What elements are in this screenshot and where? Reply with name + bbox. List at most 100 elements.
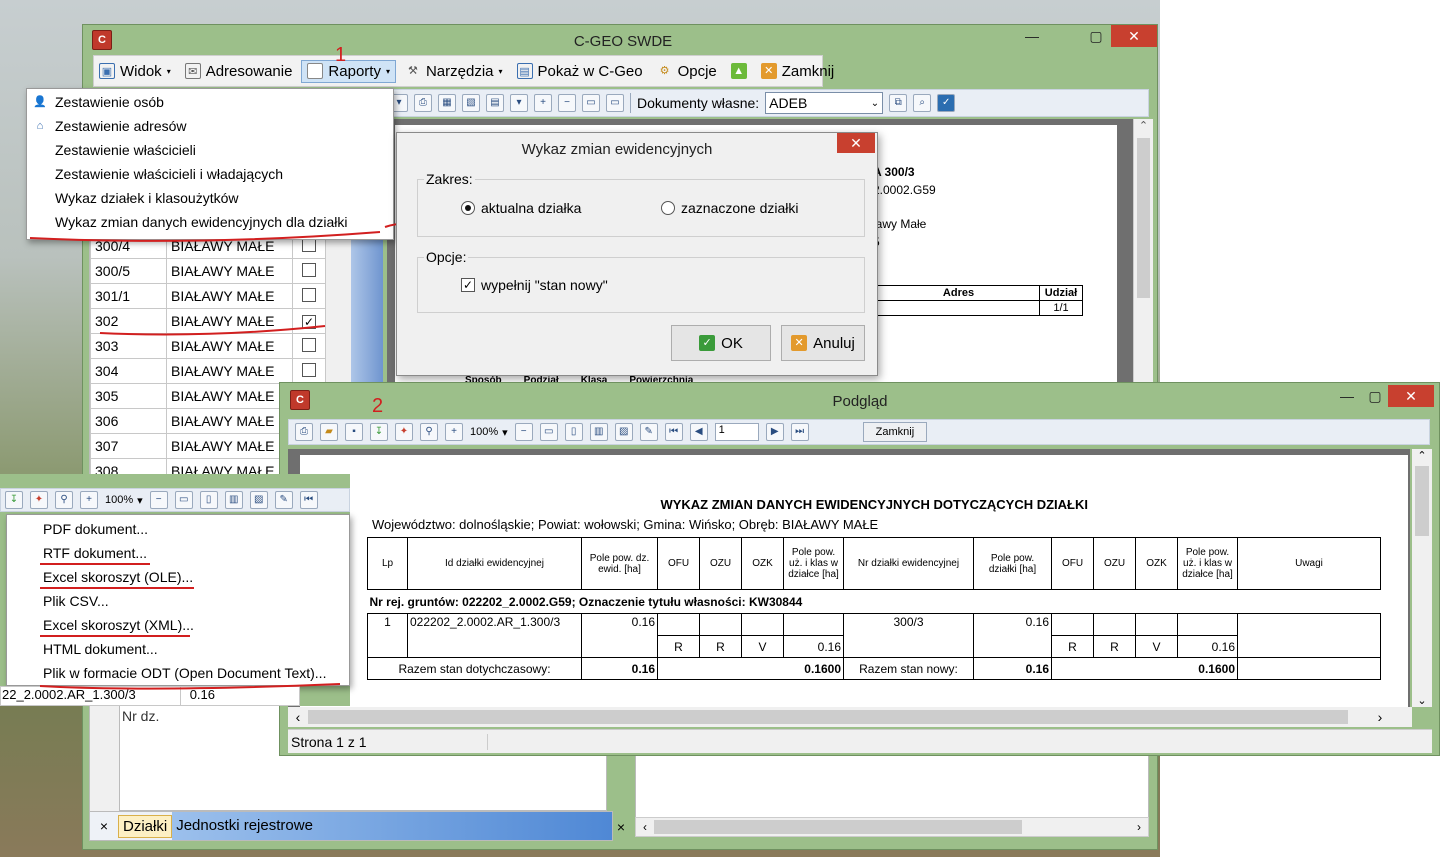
parcel-check-cell[interactable] [292,283,326,309]
zoom-in-icon[interactable]: + [534,94,552,112]
checkbox[interactable]: ✓ [461,278,475,292]
multi-page-icon[interactable]: ▥ [224,491,243,509]
report-icon[interactable]: ▦ [438,94,456,112]
stan-nowy-checkbox[interactable]: ✓ wypełnij "stan nowy" [461,277,608,293]
parcel-check-cell[interactable] [292,258,326,284]
zoom-select[interactable]: 100% ▾ [105,494,143,507]
maximize-icon[interactable]: ▢ [1081,25,1111,47]
last-page-icon[interactable]: ⏭ [790,423,809,441]
scroll-right-icon[interactable]: › [1130,820,1148,834]
scroll-down-icon[interactable]: ⌄ [1412,694,1432,707]
parcel-row[interactable]: 302 BIAŁAWY MAŁE ✓ [90,308,326,334]
open-folder-icon[interactable]: ▰ [320,423,338,441]
binoculars-icon[interactable]: ⚲ [55,491,73,509]
page-number-input[interactable]: 1 [714,423,759,441]
menu-item-zestawienie-wlascicieli[interactable]: Zestawienie właścicieli [27,138,393,162]
preview-vertical-scrollbar[interactable]: ⌃ ⌄ [1412,449,1432,707]
cancel-button[interactable]: ✕ Anuluj [781,325,865,361]
menu-item-zestawienie-osob[interactable]: 👤 Zestawienie osób [27,90,393,114]
radio-zaznaczone[interactable]: zaznaczone działki [661,200,799,216]
radio-button[interactable] [461,201,475,215]
radio-aktualna[interactable]: aktualna działka [461,200,581,216]
menu-android[interactable]: ▲ [726,61,752,81]
close-icon[interactable]: ✕ [1111,25,1157,47]
radio-button[interactable] [661,201,675,215]
parcel-row[interactable]: 300/5 BIAŁAWY MAŁE [90,258,326,284]
printer-icon[interactable]: ⎙ [414,94,432,112]
next-page-icon[interactable]: ▶ [765,423,784,441]
single-page-icon[interactable]: ▯ [199,491,218,509]
scroll-thumb[interactable] [308,710,1348,724]
parcel-checkbox[interactable] [302,337,316,352]
parcel-row[interactable]: 303 BIAŁAWY MAŁE [90,333,326,359]
menu-item-wykaz-zmian[interactable]: Wykaz zmian danych ewidencyjnych dla dzi… [27,210,393,234]
preview-icon[interactable]: ⌕ [913,94,932,112]
copy-icon[interactable]: ⧉ [889,94,908,112]
parcel-checkbox[interactable] [302,362,316,377]
close-tab-icon[interactable]: × [90,818,118,834]
scroll-left-icon[interactable]: ‹ [288,709,308,725]
export-excel-ole[interactable]: Excel skoroszyt (OLE)... [7,565,349,589]
parcel-checkbox[interactable] [302,262,316,277]
zoom-in-icon[interactable]: + [80,491,98,509]
scroll-thumb[interactable] [654,820,1022,834]
bg-vertical-scrollbar[interactable]: ⌃ [1133,119,1153,389]
fit-page-icon[interactable]: ▭ [539,423,558,441]
scroll-up-icon[interactable]: ⌃ [1412,449,1432,462]
document-edit-icon[interactable]: ▤ [486,94,504,112]
scroll-thumb[interactable] [1415,466,1429,536]
export-html[interactable]: HTML dokument... [7,637,349,661]
maximize-icon[interactable]: ▢ [1360,385,1390,407]
checkbox-tool-icon[interactable]: ✓ [937,94,956,112]
menu-item-wlascicieli-i-wladajacych[interactable]: Zestawienie właścicieli i władających [27,162,393,186]
zoom-out-icon[interactable]: − [558,94,576,112]
dialog-close-icon[interactable]: ✕ [837,133,875,153]
save-icon[interactable]: ▪ [345,423,363,441]
parcel-check-cell[interactable]: ✓ [292,308,326,334]
preview-horizontal-scrollbar[interactable]: ‹ › [288,707,1412,727]
bottom-horizontal-scrollbar[interactable]: ‹ › [635,817,1149,837]
edit-page-icon[interactable]: ✎ [639,423,658,441]
parcel-checkbox[interactable]: ✓ [302,315,316,329]
menu-narzedzia[interactable]: ⚒ Narzędzia ▾ [400,61,508,82]
first-page-icon[interactable]: ⏮ [299,491,318,509]
close-pane-icon[interactable]: × [611,819,631,835]
tab-dzialki[interactable]: Działki [118,814,173,838]
edit-page-icon[interactable]: ✎ [274,491,293,509]
scroll-right-icon[interactable]: › [1348,709,1412,725]
report-alt-icon[interactable]: ▧ [462,94,480,112]
export-icon[interactable]: ↧ [5,491,23,509]
binoculars-icon[interactable]: ⚲ [420,423,438,441]
prev-page-icon[interactable]: ◀ [689,423,708,441]
menu-raporty[interactable]: Raporty ▾ [301,59,396,83]
tab-jednostki-rejestrowe[interactable]: Jednostki rejestrowe [172,812,612,840]
zoom-out-icon[interactable]: − [514,423,533,441]
multi-page-icon[interactable]: ▥ [589,423,608,441]
monitor-alt-icon[interactable]: ▭ [606,94,624,112]
menu-opcje[interactable]: ⚙ Opcje [652,61,722,82]
menu-adresowanie[interactable]: ✉ Adresowanie [180,61,298,82]
export-excel-xml[interactable]: Excel skoroszyt (XML)... [7,613,349,637]
parcel-checkbox[interactable] [302,287,316,302]
scroll-left-icon[interactable]: ‹ [636,820,654,834]
ok-button[interactable]: ✓ OK [671,325,771,361]
menu-zamknij[interactable]: ✕ Zamknij [756,61,840,82]
book-icon[interactable]: ▨ [614,423,633,441]
minimize-icon[interactable]: — [1017,25,1047,47]
pdf-icon[interactable]: ✦ [395,423,413,441]
first-page-icon[interactable]: ⏮ [664,423,683,441]
menu-item-wykaz-dzialek[interactable]: Wykaz działek i klasoużytków [27,186,393,210]
menu-item-zestawienie-adresow[interactable]: ⌂ Zestawienie adresów [27,114,393,138]
menu-pokaz-w-cgeo[interactable]: ▤ Pokaż w C-Geo [512,61,648,82]
zoom-out-icon[interactable]: − [149,491,168,509]
export-pdf[interactable]: PDF dokument... [7,517,349,541]
export-icon[interactable]: ↧ [370,423,388,441]
export-odt[interactable]: Plik w formacie ODT (Open Document Text)… [7,661,349,685]
print-icon[interactable]: ⎙ [295,423,313,441]
book-icon[interactable]: ▨ [249,491,268,509]
parcel-row[interactable]: 301/1 BIAŁAWY MAŁE [90,283,326,309]
dropdown-icon[interactable]: ▾ [510,94,528,112]
menu-widok[interactable]: ▣ Widok ▾ [94,61,176,82]
minimize-icon[interactable]: — [1332,385,1362,407]
own-docs-select[interactable]: ADEB ⌄ [765,92,884,114]
